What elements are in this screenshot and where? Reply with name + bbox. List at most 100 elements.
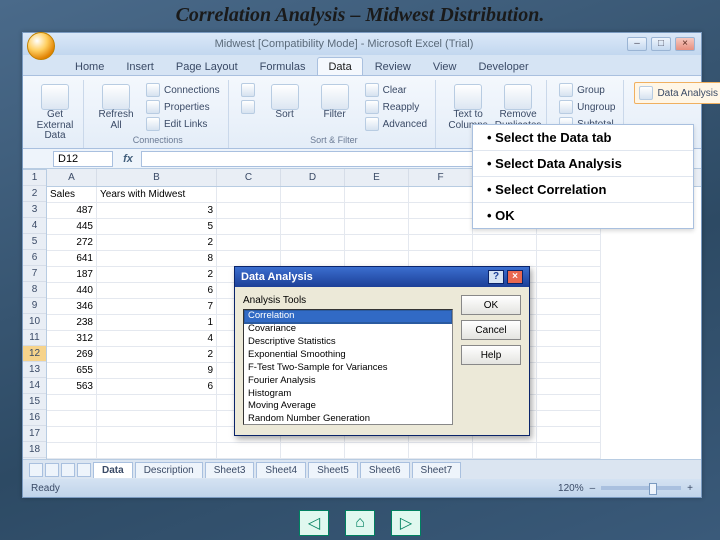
list-item[interactable]: Correlation	[244, 310, 452, 323]
cell-B6[interactable]: 2	[97, 267, 217, 283]
cell-B15[interactable]	[97, 411, 217, 427]
refresh-all-button[interactable]: Refresh All	[94, 82, 138, 131]
cell-B17[interactable]	[97, 443, 217, 459]
cell-B16[interactable]	[97, 427, 217, 443]
cell-B5[interactable]: 8	[97, 251, 217, 267]
cell-H10[interactable]	[537, 331, 601, 347]
cell-H8[interactable]	[537, 299, 601, 315]
data-analysis-button[interactable]: Data Analysis	[634, 82, 720, 104]
cell-H6[interactable]	[537, 267, 601, 283]
cell-B4[interactable]: 2	[97, 235, 217, 251]
row-header-10[interactable]: 10	[23, 314, 46, 330]
cancel-button[interactable]: Cancel	[461, 320, 521, 340]
analysis-tools-listbox[interactable]: CorrelationCovarianceDescriptive Statist…	[243, 309, 453, 425]
cell-D4[interactable]	[281, 235, 345, 251]
sheet-tab-sheet4[interactable]: Sheet4	[256, 462, 306, 478]
list-item[interactable]: Moving Average	[244, 400, 452, 413]
cell-F2[interactable]	[409, 203, 473, 219]
cell-A17[interactable]	[47, 443, 97, 459]
cell-A15[interactable]	[47, 411, 97, 427]
name-box[interactable]	[53, 151, 113, 167]
ungroup-button[interactable]: Ungroup	[557, 99, 617, 115]
dialog-titlebar[interactable]: Data Analysis ? ×	[235, 267, 529, 287]
tab-nav-prev[interactable]	[45, 463, 59, 477]
zoom-out-icon[interactable]: –	[590, 483, 596, 494]
row-header-11[interactable]: 11	[23, 330, 46, 346]
cell-E5[interactable]	[345, 251, 409, 267]
sort-za-button[interactable]	[239, 99, 257, 115]
sheet-tab-data[interactable]: Data	[93, 462, 133, 478]
row-header-14[interactable]: 14	[23, 378, 46, 394]
list-item[interactable]: Covariance	[244, 323, 452, 336]
cell-B2[interactable]: 3	[97, 203, 217, 219]
ribbon-tab-insert[interactable]: Insert	[116, 58, 164, 75]
row-header-1[interactable]: 1	[23, 170, 46, 186]
cell-A6[interactable]: 187	[47, 267, 97, 283]
row-header-18[interactable]: 18	[23, 442, 46, 458]
cell-B11[interactable]: 2	[97, 347, 217, 363]
list-item[interactable]: Fourier Analysis	[244, 375, 452, 388]
cell-B9[interactable]: 1	[97, 315, 217, 331]
cell-A12[interactable]: 655	[47, 363, 97, 379]
column-header-A[interactable]: A	[47, 169, 97, 186]
cell-A14[interactable]	[47, 395, 97, 411]
list-item[interactable]: Descriptive Statistics	[244, 336, 452, 349]
next-slide-button[interactable]: ▷	[391, 510, 421, 536]
row-header-17[interactable]: 17	[23, 426, 46, 442]
cell-A1[interactable]: Sales	[47, 187, 97, 203]
cell-A5[interactable]: 641	[47, 251, 97, 267]
list-item[interactable]: Histogram	[244, 388, 452, 401]
cell-A4[interactable]: 272	[47, 235, 97, 251]
column-header-F[interactable]: F	[409, 169, 473, 186]
column-header-E[interactable]: E	[345, 169, 409, 186]
cell-G4[interactable]	[473, 235, 537, 251]
cell-H17[interactable]	[537, 443, 601, 459]
help-button[interactable]: Help	[461, 345, 521, 365]
sheet-tab-sheet7[interactable]: Sheet7	[412, 462, 462, 478]
cell-D17[interactable]	[281, 443, 345, 459]
sort-az-button[interactable]	[239, 82, 257, 98]
prev-slide-button[interactable]: ◁	[299, 510, 329, 536]
sheet-tab-sheet5[interactable]: Sheet5	[308, 462, 358, 478]
cell-F17[interactable]	[409, 443, 473, 459]
cell-B7[interactable]: 6	[97, 283, 217, 299]
sheet-tab-description[interactable]: Description	[135, 462, 203, 478]
cell-G5[interactable]	[473, 251, 537, 267]
ribbon-tab-view[interactable]: View	[423, 58, 467, 75]
cell-H4[interactable]	[537, 235, 601, 251]
row-header-6[interactable]: 6	[23, 250, 46, 266]
ribbon-tab-formulas[interactable]: Formulas	[250, 58, 316, 75]
ribbon-tab-review[interactable]: Review	[365, 58, 421, 75]
cell-F5[interactable]	[409, 251, 473, 267]
row-header-9[interactable]: 9	[23, 298, 46, 314]
cell-E3[interactable]	[345, 219, 409, 235]
cell-H16[interactable]	[537, 427, 601, 443]
cell-A2[interactable]: 487	[47, 203, 97, 219]
filter-button[interactable]: Filter	[313, 82, 357, 121]
sort-button[interactable]: Sort	[263, 82, 307, 121]
tab-nav-next[interactable]	[61, 463, 75, 477]
row-header-12[interactable]: 12	[23, 346, 46, 362]
cell-E17[interactable]	[345, 443, 409, 459]
cell-D3[interactable]	[281, 219, 345, 235]
cell-G17[interactable]	[473, 443, 537, 459]
connections-button[interactable]: Connections	[144, 82, 222, 98]
cell-H12[interactable]	[537, 363, 601, 379]
cell-A3[interactable]: 445	[47, 219, 97, 235]
cell-H9[interactable]	[537, 315, 601, 331]
reapply-button[interactable]: Reapply	[363, 99, 429, 115]
sheet-tab-sheet3[interactable]: Sheet3	[205, 462, 255, 478]
cell-H15[interactable]	[537, 411, 601, 427]
group-button[interactable]: Group	[557, 82, 617, 98]
row-header-4[interactable]: 4	[23, 218, 46, 234]
cell-H5[interactable]	[537, 251, 601, 267]
cell-A9[interactable]: 238	[47, 315, 97, 331]
ribbon-tab-data[interactable]: Data	[317, 57, 362, 75]
cell-B10[interactable]: 4	[97, 331, 217, 347]
ok-button[interactable]: OK	[461, 295, 521, 315]
cell-H11[interactable]	[537, 347, 601, 363]
column-header-B[interactable]: B	[97, 169, 217, 186]
zoom-controls[interactable]: 120% – +	[558, 483, 693, 494]
zoom-slider[interactable]	[601, 486, 681, 490]
sheet-tab-sheet6[interactable]: Sheet6	[360, 462, 410, 478]
